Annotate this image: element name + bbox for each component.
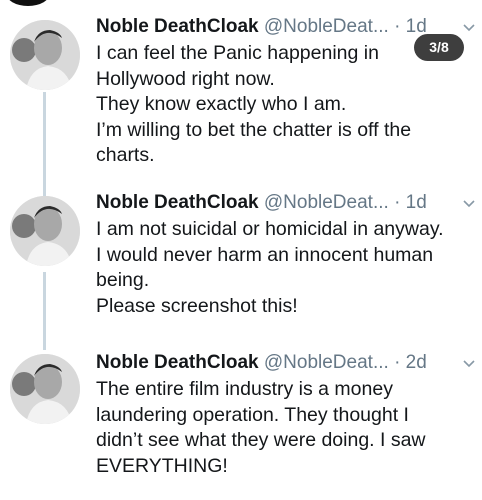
separator-dot: · — [394, 192, 401, 213]
avatar[interactable] — [10, 354, 80, 424]
avatar[interactable] — [10, 20, 80, 90]
tweet-text-line: I’m willing to bet the chatter is off th… — [96, 118, 412, 141]
tweet-header: Noble DeathCloak @NobleDeat... · 1d — [96, 14, 427, 40]
tweet-text-line: EVERYTHING! — [96, 454, 228, 477]
image-counter-badge: 3/8 — [414, 34, 464, 61]
tweet-text-line: charts. — [96, 144, 155, 167]
display-name[interactable]: Noble DeathCloak — [96, 16, 259, 37]
tweet-text-line: The entire film industry is a money — [96, 378, 393, 400]
user-handle[interactable]: @NobleDeat... — [264, 192, 389, 213]
tweet-text: I can feel the Panic happening in Hollyw… — [96, 41, 476, 169]
tweet-text-line: Hollywood right now. — [96, 67, 275, 90]
previous-avatar-fragment — [6, 0, 50, 6]
timestamp[interactable]: 2d — [406, 352, 427, 373]
avatar-image — [10, 196, 80, 266]
display-name[interactable]: Noble DeathCloak — [96, 352, 259, 373]
user-handle[interactable]: @NobleDeat... — [264, 16, 389, 37]
chevron-down-icon[interactable] — [462, 356, 476, 370]
tweet[interactable]: Noble DeathCloak @NobleDeat... · 1d I am… — [0, 190, 482, 340]
tweet-text: The entire film industry is a money laun… — [96, 377, 476, 479]
tweet[interactable]: Noble DeathCloak @NobleDeat... · 2d The … — [0, 350, 482, 495]
tweet-header: Noble DeathCloak @NobleDeat... · 2d — [96, 350, 427, 376]
tweet-text-line: I am not suicidal or homicidal in anyway… — [96, 218, 444, 240]
avatar-image — [10, 20, 80, 90]
chevron-down-icon[interactable] — [462, 20, 476, 34]
user-handle[interactable]: @NobleDeat... — [264, 352, 389, 373]
separator-dot: · — [394, 16, 401, 37]
tweet-text-line: Please screenshot this! — [96, 294, 298, 317]
tweet-text-line: laundering operation. They thought I — [96, 403, 409, 426]
tweet-text-line: didn’t see what they were doing. I saw — [96, 429, 426, 452]
tweet-text: I am not suicidal or homicidal in anyway… — [96, 217, 476, 319]
separator-dot: · — [394, 352, 401, 373]
chevron-down-icon[interactable] — [462, 196, 476, 210]
display-name[interactable]: Noble DeathCloak — [96, 192, 259, 213]
tweet-header: Noble DeathCloak @NobleDeat... · 1d — [96, 190, 427, 216]
avatar-image — [10, 354, 80, 424]
timestamp[interactable]: 1d — [406, 192, 427, 213]
tweet-text-line: being. — [96, 269, 150, 292]
avatar[interactable] — [10, 196, 80, 266]
tweet-text-line: They know exactly who I am. — [96, 93, 347, 116]
tweet[interactable]: Noble DeathCloak @NobleDeat... · 1d I ca… — [0, 14, 482, 184]
tweet-text-line: I would never harm an innocent human — [96, 243, 434, 266]
